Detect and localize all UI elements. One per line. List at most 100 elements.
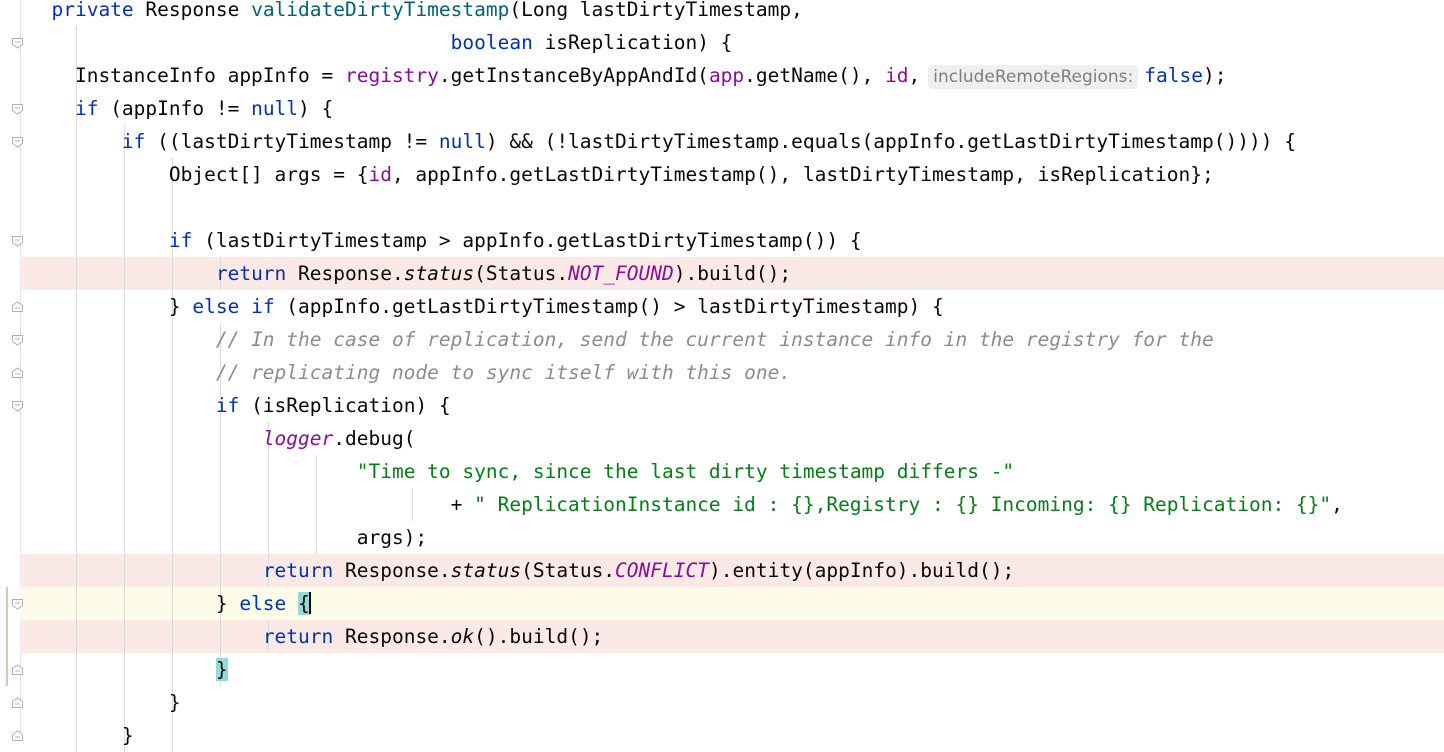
code-line[interactable]: } else {: [28, 587, 311, 620]
code-token: ) {: [298, 97, 334, 120]
code-token: }: [28, 691, 181, 714]
keyword-token: boolean: [450, 31, 533, 54]
fold-collapse-icon[interactable]: [11, 598, 24, 610]
code-token: app: [708, 64, 745, 87]
code-token: +: [28, 493, 475, 516]
code-token: (isReplication) {: [239, 394, 451, 417]
code-token: id: [368, 163, 392, 186]
code-line[interactable]: if ((lastDirtyTimestamp != null) && (!la…: [28, 125, 1296, 158]
fold-end-icon[interactable]: [11, 730, 24, 742]
keyword-token: if: [168, 229, 193, 252]
code-editor[interactable]: private Response validateDirtyTimestamp(…: [0, 0, 1444, 752]
keyword-token: if: [121, 130, 146, 153]
code-token: ) && (!lastDirtyTimestamp.equals(appInfo…: [485, 130, 1296, 153]
code-token: (Long lastDirtyTimestamp,: [509, 0, 803, 21]
code-token: (Status.: [521, 559, 616, 582]
matched-brace: }: [215, 658, 228, 681]
code-token: Object[] args = {: [28, 163, 369, 186]
code-token: NOT_FOUND: [568, 262, 674, 285]
fold-collapse-icon[interactable]: [11, 334, 24, 346]
keyword-token: return: [215, 262, 287, 285]
code-line[interactable]: + " ReplicationInstance id : {},Registry…: [28, 488, 1343, 521]
code-line[interactable]: return Response.status(Status.CONFLICT).…: [28, 554, 1014, 587]
code-line[interactable]: if (appInfo != null) {: [28, 92, 333, 125]
code-line[interactable]: return Response.status(Status.NOT_FOUND)…: [28, 257, 791, 290]
code-token: Response.: [333, 625, 451, 648]
fold-end-icon[interactable]: [11, 367, 24, 379]
code-token: ).build();: [673, 262, 792, 285]
code-token: ).entity(appInfo).build();: [708, 559, 1015, 582]
code-line[interactable]: private Response validateDirtyTimestamp(…: [28, 0, 803, 26]
code-comment: // replicating node to sync itself with …: [215, 361, 792, 384]
fold-collapse-icon[interactable]: [11, 400, 24, 412]
vcs-change-marker[interactable]: [6, 587, 8, 686]
code-token: ().build();: [474, 625, 604, 648]
parameter-hint: includeRemoteRegions:: [928, 65, 1139, 89]
code-token: ,: [1331, 493, 1343, 516]
code-line[interactable]: return Response.ok().build();: [28, 620, 603, 653]
code-line[interactable]: }: [28, 686, 181, 719]
keyword-token: false: [1144, 64, 1203, 87]
code-token: ,: [908, 64, 921, 87]
code-line[interactable]: InstanceInfo appInfo = registry.getInsta…: [28, 59, 1226, 92]
code-token: );: [1202, 64, 1227, 87]
code-line[interactable]: if (lastDirtyTimestamp > appInfo.getLast…: [28, 224, 862, 257]
code-line[interactable]: if (isReplication) {: [28, 389, 451, 422]
fold-end-icon[interactable]: [11, 301, 24, 313]
code-token: ((lastDirtyTimestamp !=: [145, 130, 439, 153]
code-token: ok: [450, 625, 475, 648]
code-line[interactable]: // In the case of replication, send the …: [28, 323, 1214, 356]
code-line[interactable]: }: [28, 719, 134, 752]
code-token: CONFLICT: [615, 559, 709, 582]
code-token: (appInfo.getLastDirtyTimestamp() > lastD…: [274, 295, 944, 318]
code-token: status: [450, 559, 522, 582]
fold-collapse-icon[interactable]: [11, 103, 24, 115]
code-token: }: [28, 724, 134, 747]
fold-collapse-icon[interactable]: [11, 235, 24, 247]
keyword-token: if: [215, 394, 240, 417]
keyword-token: return: [262, 559, 334, 582]
code-line[interactable]: }: [28, 653, 228, 686]
text-caret: [308, 592, 311, 614]
code-line[interactable]: Object[] args = {id, appInfo.getLastDirt…: [28, 158, 1214, 191]
code-token: InstanceInfo appInfo =: [28, 64, 345, 87]
code-token: Response.: [286, 262, 404, 285]
code-token: }: [28, 295, 193, 318]
fold-collapse-icon[interactable]: [11, 37, 24, 49]
code-token: (Status.: [474, 262, 569, 285]
fold-end-icon[interactable]: [11, 664, 24, 676]
code-token: isReplication) {: [532, 31, 733, 54]
fold-collapse-icon[interactable]: [11, 136, 24, 148]
code-token: logger: [262, 427, 334, 450]
code-line[interactable]: } else if (appInfo.getLastDirtyTimestamp…: [28, 290, 944, 323]
code-line[interactable]: logger.debug(: [28, 422, 416, 455]
code-token: Response.: [333, 559, 451, 582]
code-line[interactable]: // replicating node to sync itself with …: [28, 356, 791, 389]
string-literal: " ReplicationInstance id : {},Registry :…: [474, 493, 1332, 516]
method-name: validateDirtyTimestamp: [251, 0, 510, 21]
keyword-token: if: [74, 97, 99, 120]
code-token: (lastDirtyTimestamp > appInfo.getLastDir…: [192, 229, 862, 252]
code-token: }: [28, 592, 240, 615]
code-line[interactable]: args);: [28, 521, 427, 554]
code-token: (appInfo !=: [98, 97, 252, 120]
keyword-token: private: [51, 0, 134, 21]
code-token: id: [885, 64, 909, 87]
code-token: .debug(: [333, 427, 416, 450]
code-token: .getName(),: [744, 64, 886, 87]
code-line[interactable]: boolean isReplication) {: [28, 26, 733, 59]
code-token: status: [403, 262, 475, 285]
code-line[interactable]: "Time to sync, since the last dirty time…: [28, 455, 1014, 488]
fold-end-icon[interactable]: [11, 697, 24, 709]
code-token: Response: [133, 0, 252, 21]
